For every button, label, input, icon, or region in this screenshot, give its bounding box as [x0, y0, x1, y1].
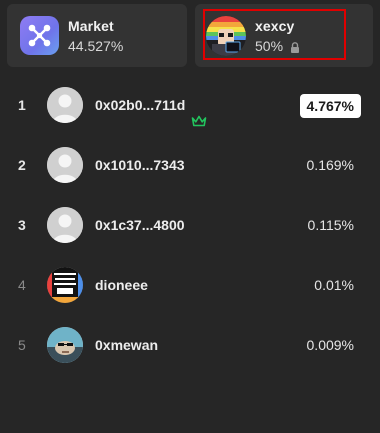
market-title: Market — [68, 18, 114, 34]
market-percentage: 44.527% — [68, 38, 123, 54]
holder-name-text: 0x02b0...711d — [95, 97, 186, 113]
holder-name[interactable]: dioneee — [95, 262, 148, 308]
rank-number: 5 — [18, 337, 26, 353]
rank-number: 2 — [18, 157, 26, 173]
default-avatar-icon — [47, 147, 83, 183]
default-avatar-icon — [47, 87, 83, 123]
holder-percentage: 0.009% — [306, 337, 354, 353]
holder-name[interactable]: 0x1c37...4800 — [95, 202, 185, 248]
list-item[interactable]: 4 dioneee 0.01% — [0, 262, 380, 322]
market-card[interactable]: Market 44.527% — [7, 4, 187, 67]
holders-list: 1 0x02b0...711d 4.767% 2 0x1010...7343 0… — [0, 82, 380, 382]
list-item[interactable]: 5 0xmewan 0.009% — [0, 322, 380, 382]
self-holder-percentage-value: 50% — [255, 38, 284, 54]
dioneee-avatar — [47, 267, 83, 303]
holder-percentage: 0.169% — [306, 157, 354, 173]
self-holder-name: xexcy — [255, 18, 295, 34]
list-item[interactable]: 3 0x1c37...4800 0.115% — [0, 202, 380, 262]
holder-name-text: 0x1010...7343 — [95, 157, 185, 173]
rank-number: 3 — [18, 217, 26, 233]
holder-percentage-badge: 4.767% — [299, 94, 361, 118]
holder-name-text: dioneee — [95, 277, 148, 293]
list-item[interactable]: 1 0x02b0...711d 4.767% — [0, 82, 380, 142]
holder-name[interactable]: 0x02b0...711d — [95, 82, 207, 128]
xexcy-avatar — [206, 16, 246, 56]
holder-percentage: 0.115% — [307, 217, 354, 233]
lock-icon — [290, 40, 300, 53]
market-percentage-value: 44.527% — [68, 38, 124, 54]
market-logo-icon — [20, 16, 59, 55]
crown-icon — [191, 99, 207, 127]
holder-name-text: 0xmewan — [95, 337, 159, 353]
holder-name[interactable]: 0x1010...7343 — [95, 142, 185, 188]
self-holder-percentage: 50% — [255, 38, 300, 54]
holder-name[interactable]: 0xmewan — [95, 322, 158, 368]
rank-number: 1 — [18, 97, 26, 113]
0xmewan-avatar — [47, 327, 83, 363]
holder-percentage: 0.01% — [314, 277, 354, 293]
list-item[interactable]: 2 0x1010...7343 0.169% — [0, 142, 380, 202]
default-avatar-icon — [47, 207, 83, 243]
rank-number: 4 — [18, 277, 26, 293]
self-holder-card[interactable]: xexcy 50% — [195, 4, 373, 67]
holder-name-text: 0x1c37...4800 — [95, 217, 185, 233]
holder-summary-cards: Market 44.527% xexcy 50% — [7, 4, 373, 67]
